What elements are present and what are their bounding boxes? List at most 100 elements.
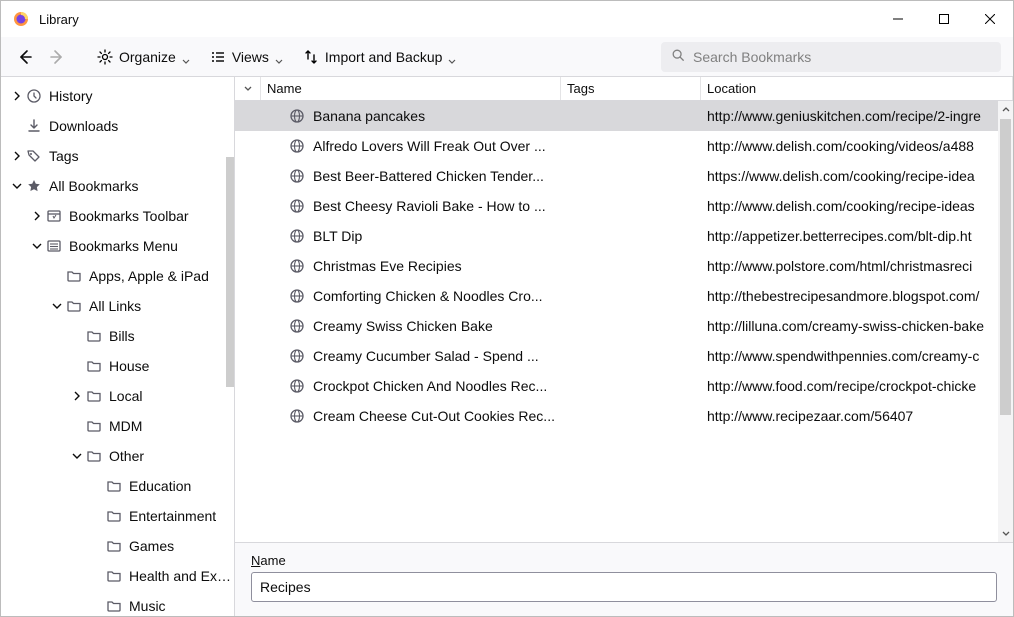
column-header-location[interactable]: Location (701, 77, 1013, 100)
views-menu[interactable]: Views (204, 45, 289, 69)
cell-location: http://www.spendwithpennies.com/creamy-c (701, 348, 1013, 364)
cell-name: Best Beer-Battered Chicken Tender... (261, 168, 561, 184)
twisty-none (89, 538, 105, 554)
folder-icon (105, 597, 123, 615)
globe-icon (289, 318, 305, 334)
search-input[interactable] (693, 49, 991, 65)
bookmarks-menu-icon (45, 237, 63, 255)
sidebar-item-history[interactable]: History (3, 81, 234, 111)
sidebar-item-label: History (49, 88, 93, 104)
sidebar-item-label: Downloads (49, 118, 118, 134)
bookmark-row[interactable]: Alfredo Lovers Will Freak Out Over ... ht… (235, 131, 1013, 161)
sidebar-item-all-links[interactable]: All Links (3, 291, 234, 321)
sidebar-item-all-bookmarks[interactable]: All Bookmarks (3, 171, 234, 201)
bookmark-name: Comforting Chicken & Noodles Cro... (313, 288, 543, 304)
details-name-label: Name (251, 553, 286, 568)
chevron-down-icon[interactable] (9, 178, 25, 194)
sidebar: History Downloads Tags All Bookmarks Boo… (1, 77, 235, 616)
cell-name: Creamy Cucumber Salad - Spend ... (261, 348, 561, 364)
forward-button[interactable] (45, 45, 69, 69)
bookmark-row[interactable]: Creamy Swiss Chicken Bake http://lilluna.… (235, 311, 1013, 341)
bookmark-row[interactable]: BLT Diphttp://appetizer.betterrecipes.co… (235, 221, 1013, 251)
bookmark-row[interactable]: Best Cheesy Ravioli Bake - How to ...htt… (235, 191, 1013, 221)
import-label: Import and Backup (325, 49, 443, 65)
twisty-none (69, 328, 85, 344)
scroll-up-icon[interactable] (998, 101, 1013, 119)
bookmark-row[interactable]: Christmas Eve Recipieshttp://www.polstor… (235, 251, 1013, 281)
folder-icon (85, 387, 103, 405)
cell-name: Comforting Chicken & Noodles Cro... (261, 288, 561, 304)
back-button[interactable] (13, 45, 37, 69)
sidebar-item-bills[interactable]: Bills (3, 321, 234, 351)
import-backup-menu[interactable]: Import and Backup (297, 45, 463, 69)
sidebar-item-mdm[interactable]: MDM (3, 411, 234, 441)
minimize-button[interactable] (875, 1, 921, 37)
chevron-right-icon[interactable] (69, 388, 85, 404)
bookmark-row[interactable]: Cream Cheese Cut-Out Cookies Rec...http:… (235, 401, 1013, 431)
folder-icon (85, 327, 103, 345)
scroll-thumb[interactable] (1000, 119, 1011, 415)
chevron-down-icon (448, 53, 456, 61)
sidebar-item-games[interactable]: Games (3, 531, 234, 561)
close-button[interactable] (967, 1, 1013, 37)
search-box[interactable] (661, 42, 1001, 72)
column-header-tags[interactable]: Tags (561, 77, 701, 100)
main-split: History Downloads Tags All Bookmarks Boo… (1, 77, 1013, 616)
window-controls (875, 1, 1013, 37)
bookmark-row[interactable]: Banana pancakeshttp://www.geniuskitchen.… (235, 101, 1013, 131)
sidebar-scrollbar-thumb[interactable] (226, 157, 234, 387)
cell-location: http://www.food.com/recipe/crockpot-chic… (701, 378, 1013, 394)
chevron-right-icon[interactable] (29, 208, 45, 224)
sidebar-item-local[interactable]: Local (3, 381, 234, 411)
sidebar-item-other[interactable]: Other (3, 441, 234, 471)
chevron-down-icon[interactable] (29, 238, 45, 254)
maximize-button[interactable] (921, 1, 967, 37)
globe-icon (289, 228, 305, 244)
content-panel: Name Tags Location Banana pancakeshttp:/… (235, 77, 1013, 616)
sidebar-item-label: Bookmarks Toolbar (69, 208, 189, 224)
chevron-right-icon[interactable] (9, 148, 25, 164)
twisty-none (69, 358, 85, 374)
bookmark-name: Alfredo Lovers Will Freak Out Over ... (313, 138, 546, 154)
cell-location: http://lilluna.com/creamy-swiss-chicken-… (701, 318, 1013, 334)
chevron-right-icon[interactable] (9, 88, 25, 104)
cell-location: http://www.delish.com/cooking/videos/a48… (701, 138, 1013, 154)
search-icon (671, 48, 685, 65)
bookmark-row[interactable]: Best Beer-Battered Chicken Tender...http… (235, 161, 1013, 191)
bookmarks-toolbar-icon (45, 207, 63, 225)
folder-icon (65, 267, 83, 285)
sidebar-item-entertainment[interactable]: Entertainment (3, 501, 234, 531)
chevron-down-icon[interactable] (49, 298, 65, 314)
details-panel: Name (235, 542, 1013, 616)
bookmark-name: Creamy Swiss Chicken Bake (313, 318, 493, 334)
chevron-down-icon (182, 53, 190, 61)
sidebar-item-downloads[interactable]: Downloads (3, 111, 234, 141)
cell-location: http://www.recipezaar.com/56407 (701, 408, 1013, 424)
chevron-down-icon[interactable] (69, 448, 85, 464)
sidebar-item-apps[interactable]: Apps, Apple & iPad (3, 261, 234, 291)
scroll-down-icon[interactable] (998, 524, 1013, 542)
column-header-name[interactable]: Name (261, 77, 561, 100)
sidebar-item-tags[interactable]: Tags (3, 141, 234, 171)
scroll-track[interactable] (998, 119, 1013, 524)
sidebar-item-bookmarks-menu[interactable]: Bookmarks Menu (3, 231, 234, 261)
sidebar-item-label: Entertainment (129, 508, 216, 524)
bookmark-row[interactable]: Comforting Chicken & Noodles Cro...http:… (235, 281, 1013, 311)
sidebar-item-house[interactable]: House (3, 351, 234, 381)
sidebar-item-music[interactable]: Music (3, 591, 234, 616)
sidebar-item-health[interactable]: Health and Exercise (3, 561, 234, 591)
column-resizer[interactable] (235, 77, 261, 100)
sidebar-item-education[interactable]: Education (3, 471, 234, 501)
cell-name: Alfredo Lovers Will Freak Out Over ... (261, 138, 561, 154)
bookmark-row[interactable]: Creamy Cucumber Salad - Spend ... http://… (235, 341, 1013, 371)
organize-menu[interactable]: Organize (91, 45, 196, 69)
list-scrollbar[interactable] (998, 101, 1013, 542)
sidebar-item-label: Tags (49, 148, 79, 164)
bookmark-row[interactable]: Crockpot Chicken And Noodles Rec...http:… (235, 371, 1013, 401)
folder-icon (105, 477, 123, 495)
sidebar-item-label: Local (109, 388, 142, 404)
details-name-input[interactable] (251, 572, 997, 602)
globe-icon (289, 198, 305, 214)
sidebar-item-bookmarks-toolbar[interactable]: Bookmarks Toolbar (3, 201, 234, 231)
twisty-none (69, 418, 85, 434)
